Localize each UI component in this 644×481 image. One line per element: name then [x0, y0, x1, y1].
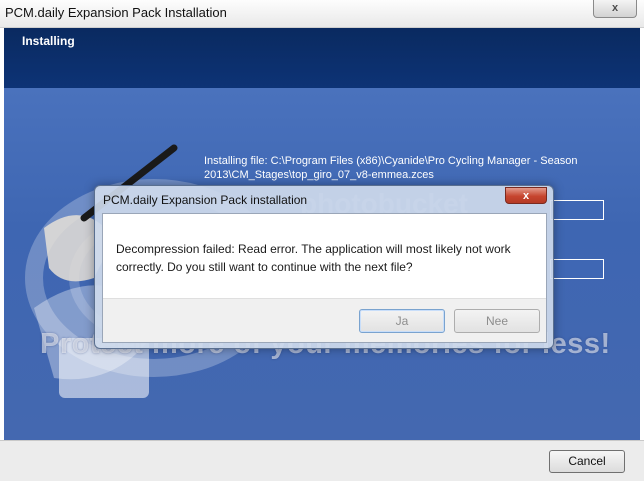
dialog-message-area: Decompression failed: Read error. The ap…: [103, 214, 546, 298]
cancel-button[interactable]: Cancel: [549, 450, 625, 473]
header-band: Installing: [4, 28, 640, 88]
window-title: PCM.daily Expansion Pack Installation: [5, 5, 227, 20]
dialog-close-button[interactable]: x: [505, 187, 547, 204]
install-file-path: Installing file: C:\Program Files (x86)\…: [204, 155, 578, 181]
dialog-body: Decompression failed: Read error. The ap…: [102, 213, 547, 343]
window-close-button[interactable]: x: [593, 0, 637, 18]
dialog-title: PCM.daily Expansion Pack installation: [103, 193, 308, 207]
no-button[interactable]: Nee: [454, 309, 540, 333]
dialog-message: Decompression failed: Read error. The ap…: [116, 242, 511, 274]
page-title: Installing: [22, 34, 75, 48]
window-titlebar: PCM.daily Expansion Pack Installation x: [0, 0, 644, 28]
file-progress-bar: [550, 200, 604, 220]
total-progress-bar: [550, 259, 604, 279]
close-icon: x: [522, 190, 530, 202]
close-icon: x: [611, 2, 619, 14]
yes-button[interactable]: Ja: [359, 309, 445, 333]
error-dialog: PCM.daily Expansion Pack installation x …: [94, 185, 554, 349]
dialog-button-bar: Ja Nee: [103, 298, 546, 342]
footer-bar: Cancel: [0, 440, 644, 481]
